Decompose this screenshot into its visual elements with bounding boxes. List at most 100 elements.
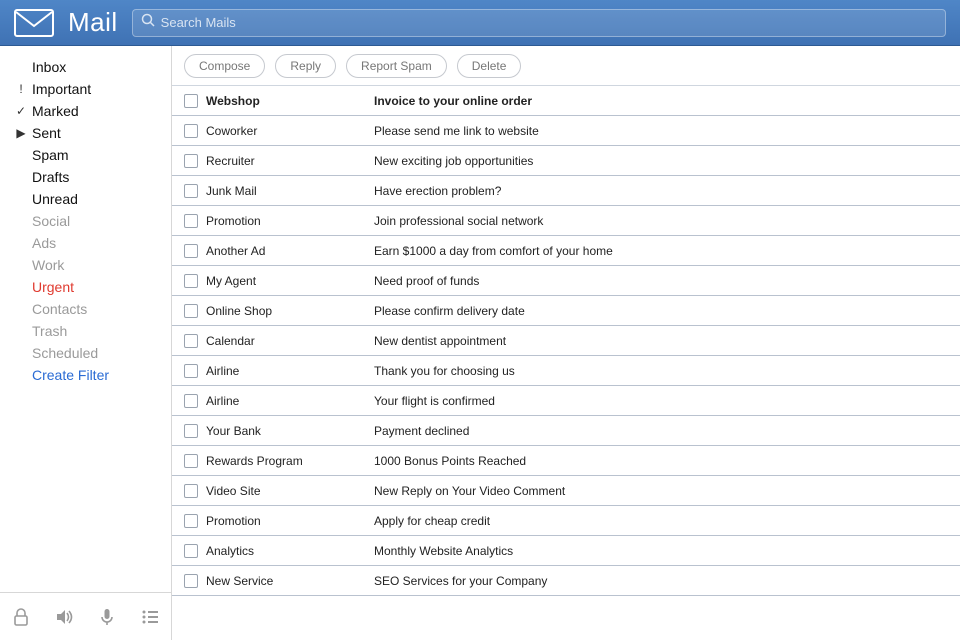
message-sender: Airline [206, 364, 366, 378]
message-checkbox[interactable] [184, 454, 198, 468]
message-checkbox[interactable] [184, 544, 198, 558]
message-sender: Online Shop [206, 304, 366, 318]
folder-urgent[interactable]: Urgent [14, 276, 163, 298]
message-row[interactable]: Analytics Monthly Website Analytics [172, 536, 960, 566]
message-row[interactable]: Airline Your flight is confirmed [172, 386, 960, 416]
message-row[interactable]: Promotion Join professional social networ… [172, 206, 960, 236]
folder-create-filter[interactable]: Create Filter [14, 364, 163, 386]
message-subject: Monthly Website Analytics [374, 544, 948, 558]
message-checkbox[interactable] [184, 424, 198, 438]
message-sender: Another Ad [206, 244, 366, 258]
message-sender: Promotion [206, 214, 366, 228]
message-row[interactable]: Junk MailHave erection problem? [172, 176, 960, 206]
message-checkbox[interactable] [184, 514, 198, 528]
folder-label: Urgent [32, 276, 74, 298]
message-subject: Payment declined [374, 424, 948, 438]
folder-label: Unread [32, 188, 78, 210]
speaker-icon[interactable] [50, 603, 78, 631]
message-row[interactable]: PromotionApply for cheap credit [172, 506, 960, 536]
reply-button[interactable]: Reply [275, 54, 336, 78]
mail-app: Mail Inbox!Important✓Marked▶SentSpamDraf… [0, 0, 960, 640]
folder-trash[interactable]: Trash [14, 320, 163, 342]
message-checkbox[interactable] [184, 484, 198, 498]
message-checkbox[interactable] [184, 304, 198, 318]
message-sender: Analytics [206, 544, 366, 558]
message-checkbox[interactable] [184, 124, 198, 138]
message-checkbox[interactable] [184, 94, 198, 108]
message-row[interactable]: Online ShopPlease confirm delivery date [172, 296, 960, 326]
folder-sent[interactable]: ▶Sent [14, 122, 163, 144]
message-checkbox[interactable] [184, 334, 198, 348]
message-row[interactable]: Your Bank Payment declined [172, 416, 960, 446]
message-subject: Need proof of funds [374, 274, 948, 288]
folder-label: Scheduled [32, 342, 98, 364]
message-subject: SEO Services for your Company [374, 574, 948, 588]
message-sender: Video Site [206, 484, 366, 498]
search-input[interactable] [161, 15, 937, 30]
folder-important[interactable]: !Important [14, 78, 163, 100]
message-row[interactable]: Coworker Please send me link to website [172, 116, 960, 146]
folder-label: Work [32, 254, 64, 276]
message-row[interactable]: New ServiceSEO Services for your Company [172, 566, 960, 596]
folder-label: Ads [32, 232, 56, 254]
message-checkbox[interactable] [184, 244, 198, 258]
message-checkbox[interactable] [184, 214, 198, 228]
message-row[interactable]: My AgentNeed proof of funds [172, 266, 960, 296]
folder-inbox[interactable]: Inbox [14, 56, 163, 78]
list-icon[interactable] [136, 603, 164, 631]
folder-label: Social [32, 210, 70, 232]
message-row[interactable]: RecruiterNew exciting job opportunities [172, 146, 960, 176]
folder-spam[interactable]: Spam [14, 144, 163, 166]
message-subject: 1000 Bonus Points Reached [374, 454, 948, 468]
message-subject: Earn $1000 a day from comfort of your ho… [374, 244, 948, 258]
folder-marked[interactable]: ✓Marked [14, 100, 163, 122]
toolbar: Compose Reply Report Spam Delete [172, 46, 960, 86]
sidebar-footer [0, 592, 171, 640]
folder-work[interactable]: Work [14, 254, 163, 276]
message-checkbox[interactable] [184, 274, 198, 288]
message-checkbox[interactable] [184, 364, 198, 378]
folder-list: Inbox!Important✓Marked▶SentSpamDraftsUnr… [0, 56, 171, 592]
delete-button[interactable]: Delete [457, 54, 522, 78]
message-subject: New Reply on Your Video Comment [374, 484, 948, 498]
app-title: Mail [68, 7, 118, 38]
folder-contacts[interactable]: Contacts [14, 298, 163, 320]
message-row[interactable]: Video Site New Reply on Your Video Commen… [172, 476, 960, 506]
message-sender: Airline [206, 394, 366, 408]
message-subject: Thank you for choosing us [374, 364, 948, 378]
folder-ads[interactable]: Ads [14, 232, 163, 254]
message-row[interactable]: Airline Thank you for choosing us [172, 356, 960, 386]
message-sender: Calendar [206, 334, 366, 348]
folder-scheduled[interactable]: Scheduled [14, 342, 163, 364]
message-row[interactable]: WebshopInvoice to your online order [172, 86, 960, 116]
message-subject: New dentist appointment [374, 334, 948, 348]
message-row[interactable]: Calendar New dentist appointment [172, 326, 960, 356]
check-icon: ✓ [14, 100, 28, 122]
mic-icon[interactable] [93, 603, 121, 631]
message-row[interactable]: Rewards Program1000 Bonus Points Reached [172, 446, 960, 476]
message-subject: Please send me link to website [374, 124, 948, 138]
message-checkbox[interactable] [184, 184, 198, 198]
bang-icon: ! [14, 78, 28, 100]
message-list[interactable]: WebshopInvoice to your online orderCowor… [172, 86, 960, 640]
header-bar: Mail [0, 0, 960, 46]
message-sender: Your Bank [206, 424, 366, 438]
message-subject: New exciting job opportunities [374, 154, 948, 168]
message-checkbox[interactable] [184, 574, 198, 588]
folder-label: Create Filter [32, 364, 109, 386]
message-row[interactable]: Another Ad Earn $1000 a day from comfort … [172, 236, 960, 266]
search-box[interactable] [132, 9, 946, 37]
message-sender: Junk Mail [206, 184, 366, 198]
message-sender: Coworker [206, 124, 366, 138]
message-checkbox[interactable] [184, 154, 198, 168]
report-spam-button[interactable]: Report Spam [346, 54, 447, 78]
compose-button[interactable]: Compose [184, 54, 265, 78]
message-subject: Join professional social network [374, 214, 948, 228]
folder-drafts[interactable]: Drafts [14, 166, 163, 188]
message-checkbox[interactable] [184, 394, 198, 408]
message-subject: Your flight is confirmed [374, 394, 948, 408]
lock-icon[interactable] [7, 603, 35, 631]
folder-unread[interactable]: Unread [14, 188, 163, 210]
folder-label: Sent [32, 122, 61, 144]
folder-social[interactable]: Social [14, 210, 163, 232]
